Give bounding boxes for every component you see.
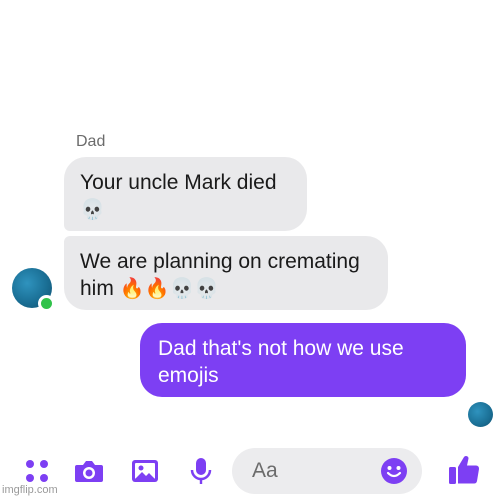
- read-receipt-avatar: [468, 402, 493, 427]
- message-bubble-outgoing[interactable]: Dad that's not how we use emojis: [140, 323, 466, 397]
- gallery-icon[interactable]: [130, 456, 160, 486]
- watermark: imgflip.com: [2, 484, 58, 496]
- sender-name: Dad: [76, 133, 106, 150]
- thumbs-up-icon[interactable]: [446, 452, 482, 488]
- message-emoji: 🔥🔥💀💀: [119, 276, 220, 300]
- online-status-indicator: [38, 295, 55, 312]
- message-input-placeholder: Aa: [252, 459, 278, 482]
- emoji-icon[interactable]: [380, 457, 408, 485]
- message-composer: Aa: [0, 438, 500, 500]
- apps-grid-icon[interactable]: [22, 456, 52, 486]
- microphone-icon[interactable]: [186, 456, 216, 486]
- message-text: Your uncle Mark died: [80, 171, 277, 194]
- message-input[interactable]: Aa: [232, 448, 422, 494]
- message-bubble-incoming[interactable]: Your uncle Mark died 💀: [64, 157, 307, 231]
- message-text: Dad that's not how we use emojis: [158, 337, 404, 387]
- message-bubble-incoming[interactable]: We are planning on cremating him 🔥🔥💀💀: [64, 236, 388, 310]
- message-emoji: 💀: [80, 197, 105, 221]
- camera-icon[interactable]: [74, 456, 104, 486]
